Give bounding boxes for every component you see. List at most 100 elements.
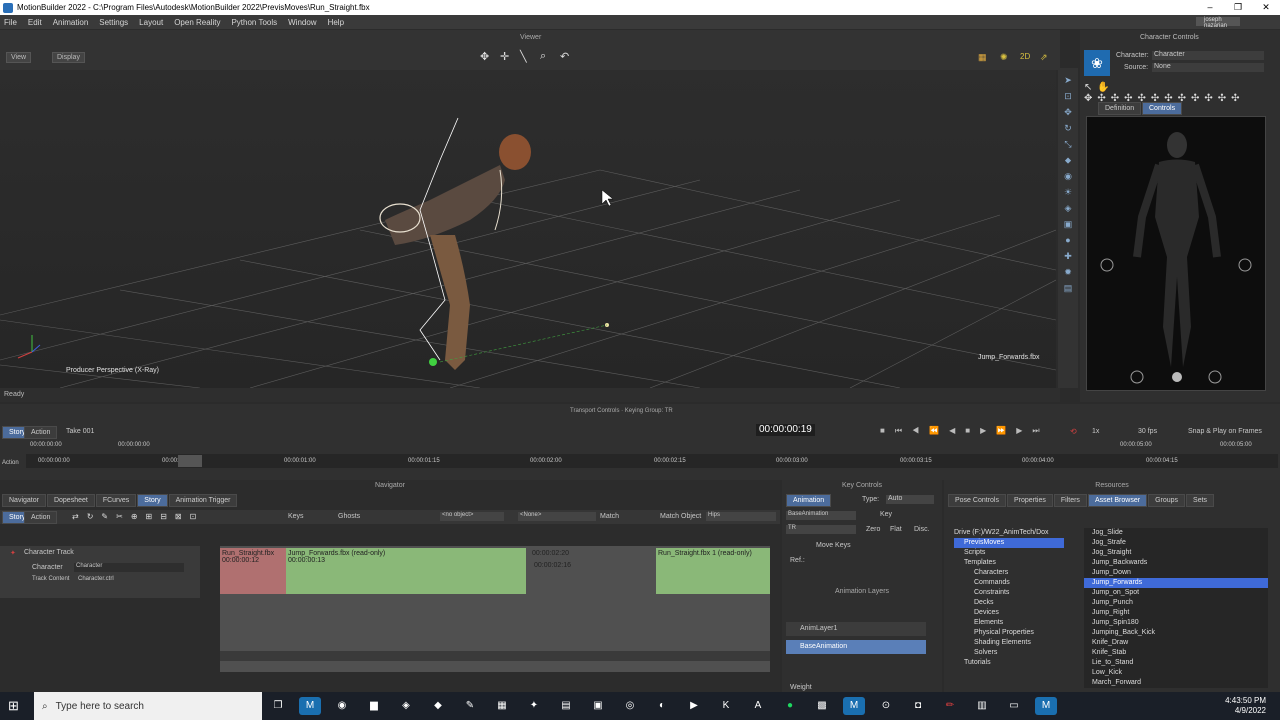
clip-jump-forwards[interactable]: Jump_Forwards.fbx (read-only) 00:00:00:1… [286,548,571,594]
menu-help[interactable]: Help [328,18,344,27]
taskbar-search[interactable]: ⌕ Type here to search [34,692,262,720]
minimize-button[interactable]: – [1196,0,1224,15]
take-select[interactable]: Take 001 [66,428,94,435]
select-arrow-icon[interactable]: ⇗ [1040,52,1048,63]
layer-row[interactable]: AnimLayer1 [786,622,926,636]
tree-item[interactable]: Constraints [954,588,1064,598]
end-timecode-2[interactable]: 00:00:05:00 [1220,442,1252,448]
tree-item[interactable]: Physical Properties [954,628,1064,638]
translate-tool-icon[interactable]: ✥ [1062,106,1074,118]
pan-tool-icon[interactable]: ✛ [500,50,509,63]
rotate-tool-icon[interactable]: ↻ [1062,122,1074,134]
tab-asset-browser[interactable]: Asset Browser [1087,494,1148,507]
app-icon[interactable]: ▶ [683,697,705,715]
object-select[interactable]: <no object> [440,512,504,521]
tree-item[interactable]: Templates [954,558,1064,568]
clip-run-straight[interactable]: Run_Straight.fbx 00:00:00:12 [220,548,286,594]
tree-item[interactable]: Devices [954,608,1064,618]
app-icon[interactable]: ◆ [427,697,449,715]
select-tool-icon[interactable]: ➤ [1062,74,1074,86]
light-tool-icon[interactable]: ☀ [1062,186,1074,198]
source-select[interactable]: None [1152,63,1264,72]
app-icon[interactable]: ▣ [587,697,609,715]
cube-tool-icon[interactable]: ▣ [1062,218,1074,230]
user-account[interactable]: joseph nazarian [1196,17,1240,29]
app-icon[interactable]: ✎ [459,697,481,715]
app-icon[interactable]: ▥ [971,697,993,715]
tab-definition[interactable]: Definition [1098,102,1142,115]
file-item[interactable]: Jog_Slide [1084,528,1268,538]
orbit-tool-icon[interactable]: ↶ [560,50,569,63]
file-item-selected[interactable]: Jump_Forwards [1084,578,1268,588]
timecode-display[interactable]: 00:00:00:19 [756,424,815,436]
none-select[interactable]: <None> [518,512,596,521]
type-select[interactable]: Auto [886,495,934,504]
maya-icon[interactable]: M [843,697,865,715]
tab-navigator[interactable]: Navigator [2,494,46,507]
action-mode-tab[interactable]: Action [24,511,58,524]
end-timecode[interactable]: 00:00:05:00 [1120,442,1152,448]
keys-label[interactable]: Keys [288,513,304,520]
2d-toggle-icon[interactable]: 2D [1020,52,1030,61]
menu-settings[interactable]: Settings [99,18,128,27]
clip-run-straight-1[interactable]: Run_Straight.fbx 1 (read-only) [656,548,770,594]
tab-fcurves[interactable]: FCurves [95,494,137,507]
scale-tool-icon[interactable]: ⤡ [1062,138,1074,150]
calculator-icon[interactable]: ▦ [491,697,513,715]
match-label[interactable]: Match [600,513,619,520]
tree-item[interactable]: Tutorials [954,658,1064,668]
file-item[interactable]: Jog_Strafe [1084,538,1268,548]
tree-item[interactable]: Characters [954,568,1064,578]
time-ruler[interactable]: 00:00:00:00 00:00:00:15 00:00:01:00 00:0… [26,454,1278,468]
tree-item[interactable]: Drive (F:)/W22_AnimTech/Dox [954,528,1064,538]
loop-icon[interactable]: ⟲ [1070,427,1077,436]
fps-select[interactable]: 30 fps [1138,428,1157,435]
character-select[interactable]: Character [1152,51,1264,60]
story-ruler[interactable] [220,651,770,661]
file-item[interactable]: Low_Kick [1084,668,1268,678]
key-button[interactable]: Key [880,511,892,518]
motionbuilder-taskbar-icon[interactable]: M [299,697,321,715]
zoom-tool-icon[interactable]: ⌕ [540,50,546,63]
playback-buttons[interactable]: ■⏮◀⏪◀■▶⏩▶⏭ [880,426,1050,436]
task-view-icon[interactable]: ❐ [267,697,289,715]
file-item[interactable]: Lie_to_Stand [1084,658,1268,668]
tab-controls[interactable]: Controls [1142,102,1183,115]
track-name[interactable]: Character Track [24,549,74,556]
marker-tool-icon[interactable]: ◈ [1062,202,1074,214]
file-explorer-icon[interactable]: ▆ [363,697,385,715]
move-tool-icon[interactable]: ✥ [480,50,489,63]
file-item[interactable]: Knife_Stab [1084,648,1268,658]
tab-sets[interactable]: Sets [1186,494,1215,507]
flat-button[interactable]: Flat [890,526,902,533]
lock-tool-icon[interactable]: ⊡ [1062,90,1074,102]
start-timecode[interactable]: 00:00:00:00 [30,442,62,448]
tree-item[interactable]: Scripts [954,548,1064,558]
motionbuilder-active-icon[interactable]: M [1035,697,1057,715]
pen-app-icon[interactable]: ✏ [939,697,961,715]
sun-tool-icon[interactable]: ✹ [1062,266,1074,278]
3d-viewport[interactable]: Producer Perspective (X-Ray) Jump_Forwar… [0,70,1056,388]
file-item[interactable]: Jump_on_Spot [1084,588,1268,598]
maximize-button[interactable]: ❐ [1224,0,1252,15]
tree-item-selected[interactable]: PrevisMoves [954,538,1064,548]
character-figure-view[interactable] [1086,116,1266,391]
tab-key-animation[interactable]: Animation [786,494,832,507]
zero-button[interactable]: Zero [866,526,880,533]
menu-python-tools[interactable]: Python Tools [231,18,277,27]
app-icon[interactable]: ▤ [555,697,577,715]
tree-item[interactable]: Shading Elements [954,638,1064,648]
start-timecode-2[interactable]: 00:00:00:00 [118,442,150,448]
app-icon[interactable]: ⊙ [875,697,897,715]
key-tool-icon[interactable]: ⬥ [1062,154,1074,166]
character-toolbar[interactable]: ↖✋✥✣✣✣✣✣✣✣✣✣✣✣ [1084,82,1264,104]
system-clock[interactable]: 4:43:50 PM 4/9/2022 [1225,696,1266,716]
tab-pose-controls[interactable]: Pose Controls [948,494,1006,507]
app-icon[interactable]: ◐ [651,697,673,715]
display-menu-button[interactable]: Display [52,52,85,63]
character-track-header[interactable]: ✦ Character Track Character Character Tr… [0,546,200,598]
tab-groups[interactable]: Groups [1148,494,1186,507]
layer-row-selected[interactable]: BaseAnimation [786,640,926,654]
spotify-icon[interactable]: ● [779,697,801,715]
file-item[interactable]: Jog_Straight [1084,548,1268,558]
